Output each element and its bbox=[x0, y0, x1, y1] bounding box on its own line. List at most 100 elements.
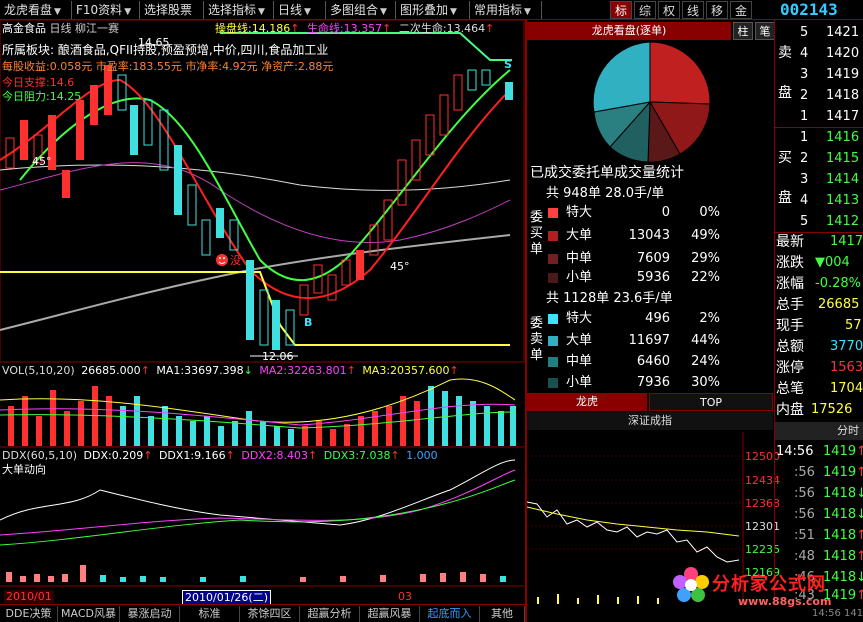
chevron-down-icon: ▼ bbox=[524, 7, 531, 17]
axis-date-start: 2010/01 bbox=[4, 590, 54, 603]
tab-super-storm[interactable]: 超赢风暴 bbox=[360, 606, 420, 622]
tb-label: 多图组合 bbox=[330, 3, 379, 17]
legend-swatch bbox=[548, 208, 558, 218]
buy-price[interactable]: 1413 bbox=[826, 193, 859, 209]
tick-price: 1418 bbox=[823, 507, 857, 522]
ddx-magenta-line bbox=[0, 469, 516, 536]
axis-date-cursor[interactable]: 2010/01/26(二) bbox=[182, 590, 271, 605]
tab-longhu[interactable]: 龙虎 bbox=[527, 393, 647, 411]
tab-xian[interactable]: 线 bbox=[682, 1, 704, 19]
tab-bottom-entry[interactable]: 起底而入 bbox=[420, 606, 480, 622]
watermark-logo-icon bbox=[672, 566, 710, 604]
tick-time: :56 bbox=[794, 486, 815, 501]
buy-label: 盘 bbox=[778, 190, 792, 206]
sell-row-name: 中单 bbox=[566, 354, 593, 369]
quote-label: 涨停 bbox=[776, 360, 804, 376]
sell-row-name: 大单 bbox=[566, 333, 593, 348]
tick-arrow: ↑ bbox=[856, 549, 863, 564]
tab-bar-view[interactable]: 柱 bbox=[733, 22, 753, 40]
tab-macd[interactable]: MACD风暴 bbox=[58, 606, 120, 622]
quote-value: 1417 bbox=[830, 234, 863, 249]
vol-ma1-line bbox=[0, 378, 516, 423]
chevron-down-icon: ▼ bbox=[380, 7, 387, 17]
toolbar-common-indicator-button[interactable]: 常用指标 ▼ bbox=[470, 1, 542, 19]
bottom-tab-bar: DDE决策 MACD风暴 暴涨启动 标准 茶馀四区 超赢分析 超赢风暴 起底而入… bbox=[0, 604, 525, 622]
tab-standard[interactable]: 标准 bbox=[180, 606, 240, 622]
tab-other[interactable]: 其他 bbox=[480, 606, 525, 622]
tab-biao[interactable]: 标 bbox=[610, 1, 632, 19]
tick-price: 1418 bbox=[823, 486, 857, 501]
stock-code: 002143 bbox=[780, 0, 838, 19]
tick-price: 1418 bbox=[823, 570, 857, 585]
quote-value: 57 bbox=[845, 318, 862, 333]
legend-swatch bbox=[548, 254, 558, 264]
sell-price[interactable]: 1420 bbox=[826, 46, 859, 62]
tab-four-zone[interactable]: 茶馀四区 bbox=[240, 606, 300, 622]
tab-quan[interactable]: 权 bbox=[658, 1, 680, 19]
sell-price[interactable]: 1417 bbox=[826, 109, 859, 125]
tick-price: 1419 bbox=[823, 465, 857, 480]
buy-level: 1 bbox=[800, 130, 809, 145]
chevron-down-icon: ▼ bbox=[258, 7, 265, 17]
sell-price[interactable]: 1421 bbox=[826, 25, 859, 41]
buy-price[interactable]: 1416 bbox=[826, 130, 859, 146]
toolbar-overlay-button[interactable]: 图形叠加 ▼ bbox=[396, 1, 470, 19]
chevron-down-icon: ▼ bbox=[450, 7, 457, 17]
sell-label: 卖 bbox=[778, 45, 792, 61]
longhu-title: 龙虎看盘(逐单) bbox=[527, 22, 731, 40]
quote-value: 26685 bbox=[818, 297, 860, 312]
toolbar-select-stock-button[interactable]: 选择股票 bbox=[140, 1, 204, 19]
tick-time: :51 bbox=[794, 528, 815, 543]
tab-fenshi[interactable]: 分时 bbox=[775, 422, 863, 440]
tab-surge[interactable]: 暴涨启动 bbox=[120, 606, 180, 622]
vol-ma3-line bbox=[0, 411, 516, 429]
quote-label: 涨幅 bbox=[776, 276, 804, 292]
divider bbox=[775, 232, 863, 233]
buy-side-label: 委买单 bbox=[530, 210, 544, 257]
toolbar-select-indicator-button[interactable]: 选择指标 ▼ bbox=[204, 1, 274, 19]
tab-super-analysis[interactable]: 超赢分析 bbox=[300, 606, 360, 622]
chevron-down-icon: ▼ bbox=[304, 7, 311, 17]
buy-row-pct: 0% bbox=[699, 205, 720, 220]
tb-label: 选择指标 bbox=[208, 3, 257, 17]
buy-price[interactable]: 1414 bbox=[826, 172, 859, 188]
order-pie-chart bbox=[592, 42, 710, 162]
tick-time: :56 bbox=[794, 465, 815, 480]
buy-row-name: 特大 bbox=[566, 205, 593, 220]
tab-zong[interactable]: 综 bbox=[634, 1, 656, 19]
tick-price: 1418 bbox=[823, 528, 857, 543]
sell-row-count: 6460 bbox=[636, 354, 670, 369]
sell-price[interactable]: 1418 bbox=[826, 88, 859, 104]
sell-row-count: 496 bbox=[645, 311, 670, 326]
divider bbox=[775, 127, 863, 128]
quote-label: 总额 bbox=[776, 339, 804, 355]
main-chart-svg[interactable] bbox=[0, 20, 525, 604]
toolbar-daily-button[interactable]: 日线 ▼ bbox=[274, 1, 326, 19]
toolbar-longhu-button[interactable]: 龙虎看盘 ▼ bbox=[0, 1, 72, 19]
quote-label: 最新 bbox=[776, 234, 804, 250]
tab-top[interactable]: TOP bbox=[649, 393, 773, 411]
buy-price[interactable]: 1415 bbox=[826, 151, 859, 167]
tab-dde[interactable]: DDE决策 bbox=[0, 606, 58, 622]
tb-label: 选择股票 bbox=[144, 3, 193, 17]
sell-row-name: 小单 bbox=[566, 375, 593, 390]
tick-arrow: ↑ bbox=[856, 588, 863, 603]
line-values: 操盘线:14.186↑ 生命线:13.357↑ 二次生命:13.464↑ bbox=[215, 22, 495, 35]
tab-tick-view[interactable]: 笔 bbox=[755, 22, 775, 40]
quote-value: 1704 bbox=[830, 381, 863, 396]
sell-price[interactable]: 1419 bbox=[826, 67, 859, 83]
support-level: 今日支撑:14.6 bbox=[2, 76, 75, 89]
buy-price[interactable]: 1412 bbox=[826, 214, 859, 230]
sell-row-pct: 44% bbox=[691, 333, 720, 348]
candles bbox=[5, 65, 513, 350]
sell-level: 1 bbox=[800, 109, 809, 124]
tick-time: :48 bbox=[794, 549, 815, 564]
toolbar-f10-button[interactable]: F10资料 ▼ bbox=[72, 1, 140, 19]
buy-summary: 共 948单 28.0手/单 bbox=[546, 186, 665, 201]
tab-yi[interactable]: 移 bbox=[706, 1, 728, 19]
angle-label: 45° bbox=[390, 260, 410, 273]
toolbar-multi-chart-button[interactable]: 多图组合 ▼ bbox=[326, 1, 396, 19]
tick-time: 14:56 bbox=[776, 444, 814, 459]
angle-label: 45° bbox=[32, 155, 52, 168]
tab-jin[interactable]: 金 bbox=[730, 1, 752, 19]
